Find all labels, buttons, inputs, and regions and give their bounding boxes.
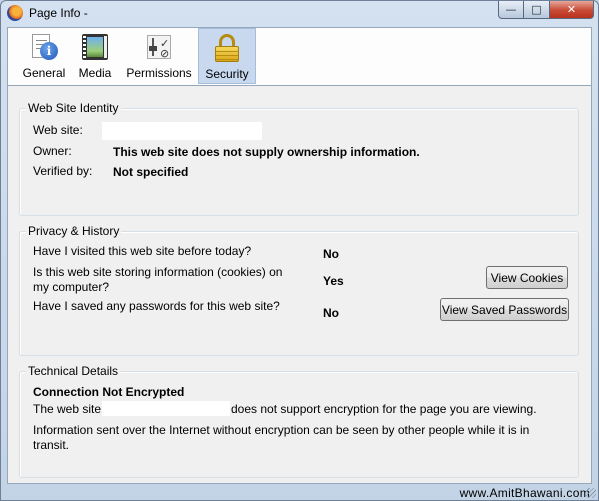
tab-security[interactable]: Security bbox=[198, 28, 256, 84]
page-info-window: Page Info - — □ ✕ i General Media ✓ ⊘ Per… bbox=[0, 0, 599, 501]
security-panel: Web Site Identity Web site: Owner: This … bbox=[7, 85, 592, 484]
website-address-field bbox=[102, 401, 230, 416]
tab-toolbar: i General Media ✓ ⊘ Permissions Security bbox=[7, 27, 592, 85]
verified-by-value: Not specified bbox=[113, 165, 189, 179]
lock-icon bbox=[212, 33, 242, 63]
view-saved-passwords-button[interactable]: View Saved Passwords bbox=[440, 298, 569, 321]
resize-grip-icon[interactable] bbox=[586, 488, 596, 498]
encryption-line3: transit. bbox=[33, 438, 70, 452]
tab-general[interactable]: i General bbox=[18, 28, 70, 84]
close-button[interactable]: ✕ bbox=[550, 1, 594, 19]
permissions-icon: ✓ ⊘ bbox=[144, 32, 174, 62]
tab-permissions-label: Permissions bbox=[126, 66, 192, 80]
window-title: Page Info - bbox=[29, 6, 88, 20]
tab-general-label: General bbox=[22, 66, 66, 80]
encryption-line1-suffix: does not support encryption for the page… bbox=[231, 402, 537, 416]
verified-by-label: Verified by: bbox=[33, 164, 93, 178]
tab-permissions[interactable]: ✓ ⊘ Permissions bbox=[120, 28, 198, 84]
privacy-history-group: Privacy & History Have I visited this we… bbox=[19, 224, 579, 356]
web-site-identity-group: Web Site Identity Web site: Owner: This … bbox=[19, 101, 579, 216]
cookies-question-line2: my computer? bbox=[33, 280, 110, 294]
cookies-answer: Yes bbox=[323, 274, 344, 288]
visited-question: Have I visited this web site before toda… bbox=[33, 244, 252, 258]
technical-heading: Technical Details bbox=[26, 364, 121, 378]
firefox-icon bbox=[7, 5, 23, 21]
title-bar[interactable]: Page Info - — □ ✕ bbox=[1, 1, 598, 27]
encryption-line1-prefix: The web site bbox=[33, 402, 102, 416]
privacy-heading: Privacy & History bbox=[26, 224, 122, 238]
website-label: Web site: bbox=[33, 123, 83, 137]
passwords-question: Have I saved any passwords for this web … bbox=[33, 299, 280, 313]
tab-security-label: Security bbox=[205, 67, 249, 81]
identity-heading: Web Site Identity bbox=[26, 101, 121, 115]
passwords-answer: No bbox=[323, 306, 339, 320]
technical-details-group: Technical Details Connection Not Encrypt… bbox=[19, 364, 579, 478]
minimize-button[interactable]: — bbox=[498, 1, 524, 19]
window-controls: — □ ✕ bbox=[498, 1, 594, 19]
tab-media-label: Media bbox=[78, 66, 112, 80]
owner-value: This web site does not supply ownership … bbox=[113, 145, 420, 159]
media-icon bbox=[80, 32, 110, 62]
maximize-button[interactable]: □ bbox=[524, 1, 550, 19]
info-icon: i bbox=[29, 32, 59, 62]
visited-answer: No bbox=[323, 247, 339, 261]
website-value-field bbox=[102, 122, 262, 140]
connection-status: Connection Not Encrypted bbox=[33, 385, 185, 399]
view-cookies-button[interactable]: View Cookies bbox=[486, 266, 568, 289]
owner-label: Owner: bbox=[33, 144, 72, 158]
encryption-line2: Information sent over the Internet witho… bbox=[33, 423, 530, 437]
cookies-question-line1: Is this web site storing information (co… bbox=[33, 265, 283, 279]
tab-media[interactable]: Media bbox=[70, 28, 120, 84]
watermark-text: www.AmitBhawani.com bbox=[459, 486, 590, 500]
